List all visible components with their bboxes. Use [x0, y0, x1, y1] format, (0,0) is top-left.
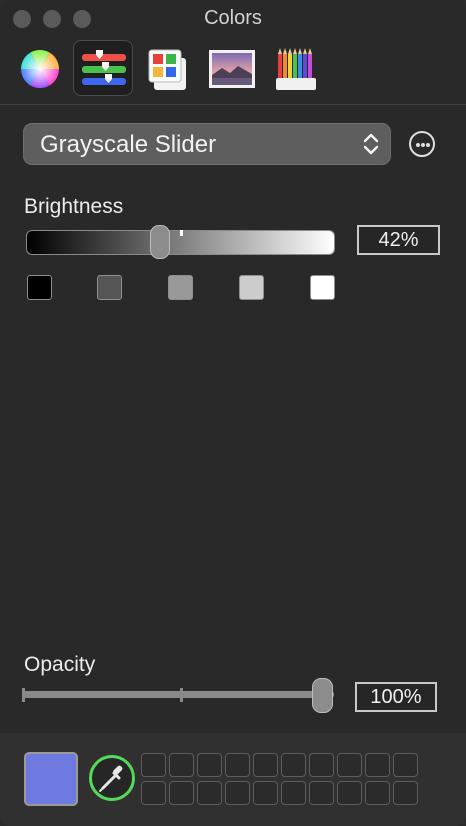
- colors-window: Colors Grayscale Slider Brightness 42% O…: [0, 0, 466, 826]
- color-well-slot[interactable]: [337, 781, 362, 805]
- grayscale-swatch[interactable]: [310, 275, 335, 300]
- opacity-label: Opacity: [24, 653, 96, 676]
- brightness-label: Brightness: [24, 195, 124, 218]
- color-well-slot[interactable]: [365, 781, 390, 805]
- color-well-slot[interactable]: [197, 781, 222, 805]
- color-well-slot[interactable]: [225, 781, 250, 805]
- grayscale-swatch[interactable]: [27, 275, 52, 300]
- color-well-slot[interactable]: [365, 753, 390, 777]
- pencils-icon: [276, 48, 316, 90]
- opacity-tick-mid: [180, 688, 183, 702]
- color-well-slot[interactable]: [141, 753, 166, 777]
- color-well-slot[interactable]: [169, 753, 194, 777]
- color-well-slot[interactable]: [225, 753, 250, 777]
- brightness-tick: [180, 230, 183, 236]
- brightness-value-field[interactable]: 42%: [357, 225, 440, 255]
- color-well-slot[interactable]: [309, 753, 334, 777]
- color-well-slot[interactable]: [253, 781, 278, 805]
- color-well-slot[interactable]: [253, 753, 278, 777]
- grayscale-swatch[interactable]: [239, 275, 264, 300]
- color-well-slot[interactable]: [393, 753, 418, 777]
- ellipsis-icon: [416, 143, 420, 147]
- grayscale-swatch[interactable]: [168, 275, 193, 300]
- tab-color-palettes[interactable]: [138, 40, 198, 96]
- color-well-slot[interactable]: [197, 753, 222, 777]
- color-well-slot[interactable]: [393, 781, 418, 805]
- tab-pencils[interactable]: [266, 40, 326, 96]
- color-well-slot[interactable]: [281, 781, 306, 805]
- tab-image-palettes[interactable]: [202, 40, 262, 96]
- window-title: Colors: [204, 7, 262, 29]
- opacity-value-field[interactable]: 100%: [355, 682, 437, 712]
- eyedropper-icon: [99, 765, 123, 792]
- brightness-slider-knob[interactable]: [150, 225, 170, 259]
- palette-icon: [148, 49, 186, 90]
- more-options-button[interactable]: [409, 131, 435, 157]
- image-icon: [209, 50, 255, 88]
- slider-mode-dropdown[interactable]: Grayscale Slider: [23, 123, 391, 165]
- toolbar-divider: [0, 104, 466, 105]
- slider-mode-label: Grayscale Slider: [40, 131, 217, 158]
- current-color-well[interactable]: [24, 752, 78, 806]
- color-well-slot[interactable]: [141, 781, 166, 805]
- color-well-slot[interactable]: [309, 781, 334, 805]
- color-well-slot[interactable]: [169, 781, 194, 805]
- opacity-slider-knob[interactable]: [312, 678, 333, 713]
- opacity-tick-start: [22, 688, 25, 702]
- eyedropper-button[interactable]: [89, 755, 135, 801]
- tab-color-wheel[interactable]: [10, 40, 70, 96]
- color-well-slot[interactable]: [337, 753, 362, 777]
- color-well-slot[interactable]: [281, 753, 306, 777]
- picker-toolbar: [0, 36, 466, 104]
- color-wheel-icon: [21, 50, 59, 88]
- opacity-slider-track[interactable]: [22, 691, 334, 698]
- sliders-icon: [82, 50, 126, 85]
- title-bar: Colors: [0, 0, 466, 36]
- grayscale-swatch[interactable]: [97, 275, 122, 300]
- tab-color-sliders[interactable]: [73, 40, 133, 96]
- up-down-chevron-icon: [363, 133, 379, 155]
